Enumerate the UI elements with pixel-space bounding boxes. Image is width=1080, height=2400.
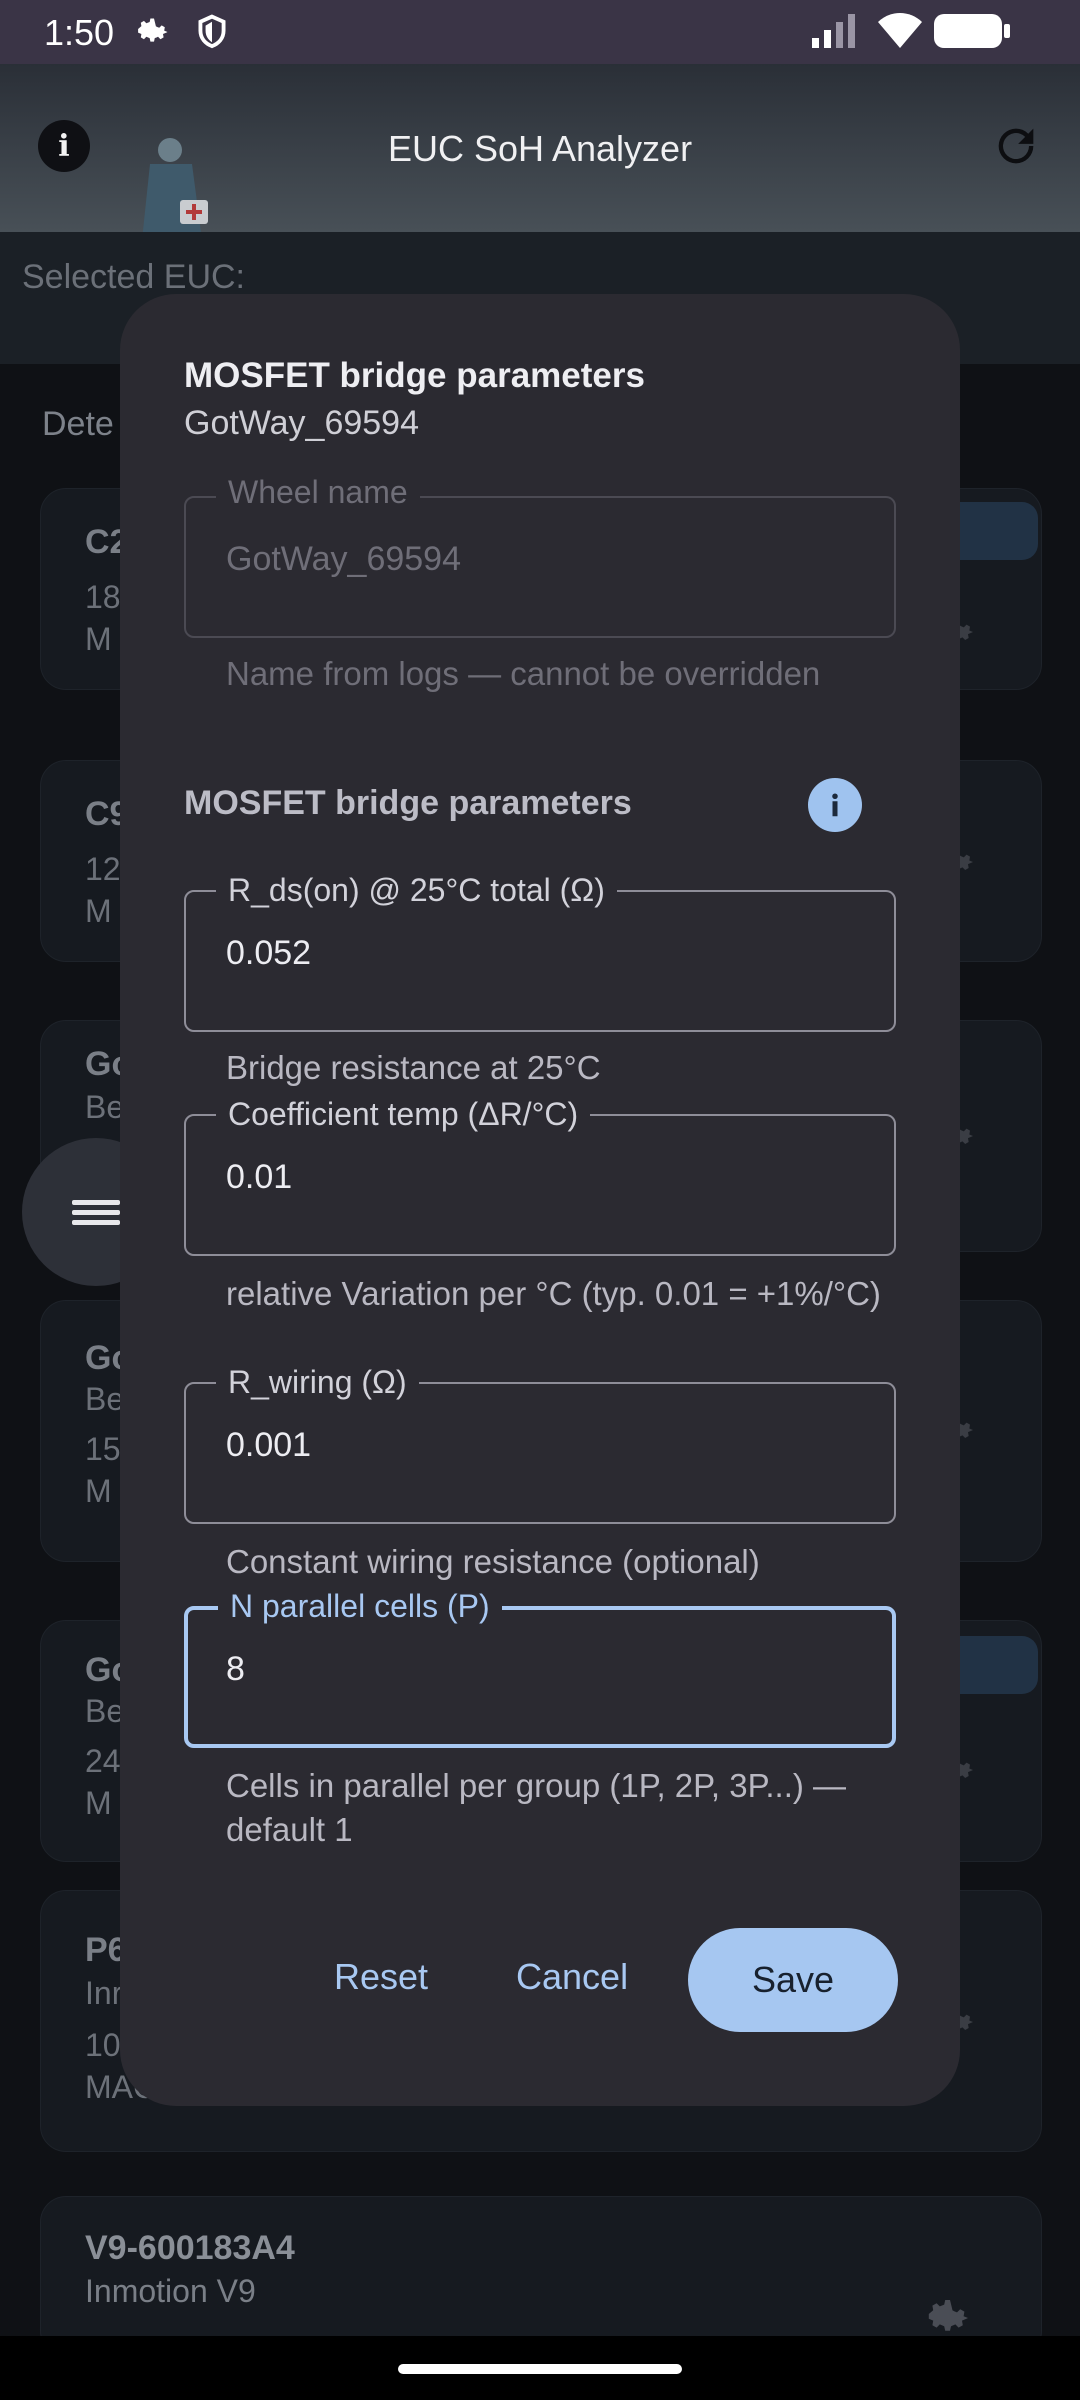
rds-on-helper: Bridge resistance at 25°C xyxy=(226,1049,601,1086)
card-line: M xyxy=(85,1473,112,1509)
card-line: M xyxy=(85,621,112,657)
temp-coefficient-label: Coefficient temp (ΔR/°C) xyxy=(216,1094,591,1134)
refresh-icon[interactable] xyxy=(990,120,1042,172)
home-gesture-handle[interactable] xyxy=(398,2364,682,2374)
app-bar: i EUC SoH Analyzer xyxy=(0,64,1080,290)
card-line: Inmotion V9 xyxy=(85,2273,256,2309)
wiring-resistance-helper: Constant wiring resistance (optional) xyxy=(226,1543,760,1580)
card-line: 24 xyxy=(85,1743,121,1779)
card-line: Be xyxy=(85,1381,125,1417)
card-line: Be xyxy=(85,1693,125,1729)
wiring-resistance-field[interactable]: R_wiring (Ω) xyxy=(184,1362,896,1524)
app-title: EUC SoH Analyzer xyxy=(387,128,693,169)
shield-icon xyxy=(198,14,226,49)
selected-euc-label: Selected EUC: xyxy=(22,258,245,296)
wheel-name-helper: Name from logs — cannot be overridden xyxy=(226,655,821,692)
temp-coefficient-helper: relative Variation per °C (typ. 0.01 = +… xyxy=(226,1275,881,1312)
wiring-resistance-input[interactable] xyxy=(226,1426,846,1465)
wifi-icon xyxy=(878,13,922,48)
section-title: MOSFET bridge parameters xyxy=(184,784,632,822)
parallel-cells-helper: Cells in parallel per group (1P, 2P, 3P.… xyxy=(226,1767,847,1848)
card-line: 18 xyxy=(85,579,121,615)
reset-button[interactable]: Reset xyxy=(334,1956,428,1998)
card-line: 15 xyxy=(85,1431,121,1467)
temp-coefficient-field[interactable]: Coefficient temp (ΔR/°C) xyxy=(184,1094,896,1256)
mosfet-parameters-dialog: MOSFET bridge parameters GotWay_69594 Wh… xyxy=(120,294,960,2106)
parallel-cells-label: N parallel cells (P) xyxy=(218,1586,502,1626)
card-line: M xyxy=(85,893,112,929)
hamburger-menu-icon xyxy=(72,1195,120,1230)
wiring-resistance-label: R_wiring (Ω) xyxy=(216,1362,419,1402)
wheel-name-field: Wheel name xyxy=(184,472,896,638)
temp-coefficient-input[interactable] xyxy=(226,1158,846,1197)
cancel-button[interactable]: Cancel xyxy=(516,1956,628,1998)
save-button[interactable]: Save xyxy=(688,1928,898,2032)
detected-label: Dete xyxy=(42,405,114,443)
euc-card[interactable]: V9-600183A4 Inmotion V9 xyxy=(40,2196,1042,2357)
gear-icon[interactable] xyxy=(926,2294,974,2342)
card-line: M xyxy=(85,1785,112,1821)
wheel-name-label: Wheel name xyxy=(216,472,420,512)
settings-gear-icon xyxy=(138,18,168,42)
parallel-cells-field[interactable]: N parallel cells (P) xyxy=(184,1586,896,1748)
card-line: Be xyxy=(85,1089,125,1125)
card-line: 12 xyxy=(85,851,121,887)
card-line: 10 xyxy=(85,2027,121,2063)
parallel-cells-input[interactable] xyxy=(226,1650,846,1689)
rds-on-field[interactable]: R_ds(on) @ 25°C total (Ω) xyxy=(184,870,896,1032)
battery-icon xyxy=(934,14,1010,48)
rds-on-label: R_ds(on) @ 25°C total (Ω) xyxy=(216,870,617,910)
wheel-name-input xyxy=(226,540,846,579)
info-button[interactable] xyxy=(808,778,862,832)
cell-signal-icon xyxy=(812,14,855,48)
status-bar: 1:50 xyxy=(0,0,1080,64)
navigation-bar xyxy=(0,2336,1080,2400)
info-icon xyxy=(832,793,838,817)
rds-on-input[interactable] xyxy=(226,934,846,973)
status-time: 1:50 xyxy=(44,12,115,53)
card-title: V9-600183A4 xyxy=(85,2229,295,2267)
dialog-title: MOSFET bridge parameters xyxy=(184,356,645,395)
card-line: Inr xyxy=(85,1975,123,2011)
dialog-subtitle: GotWay_69594 xyxy=(184,404,419,442)
